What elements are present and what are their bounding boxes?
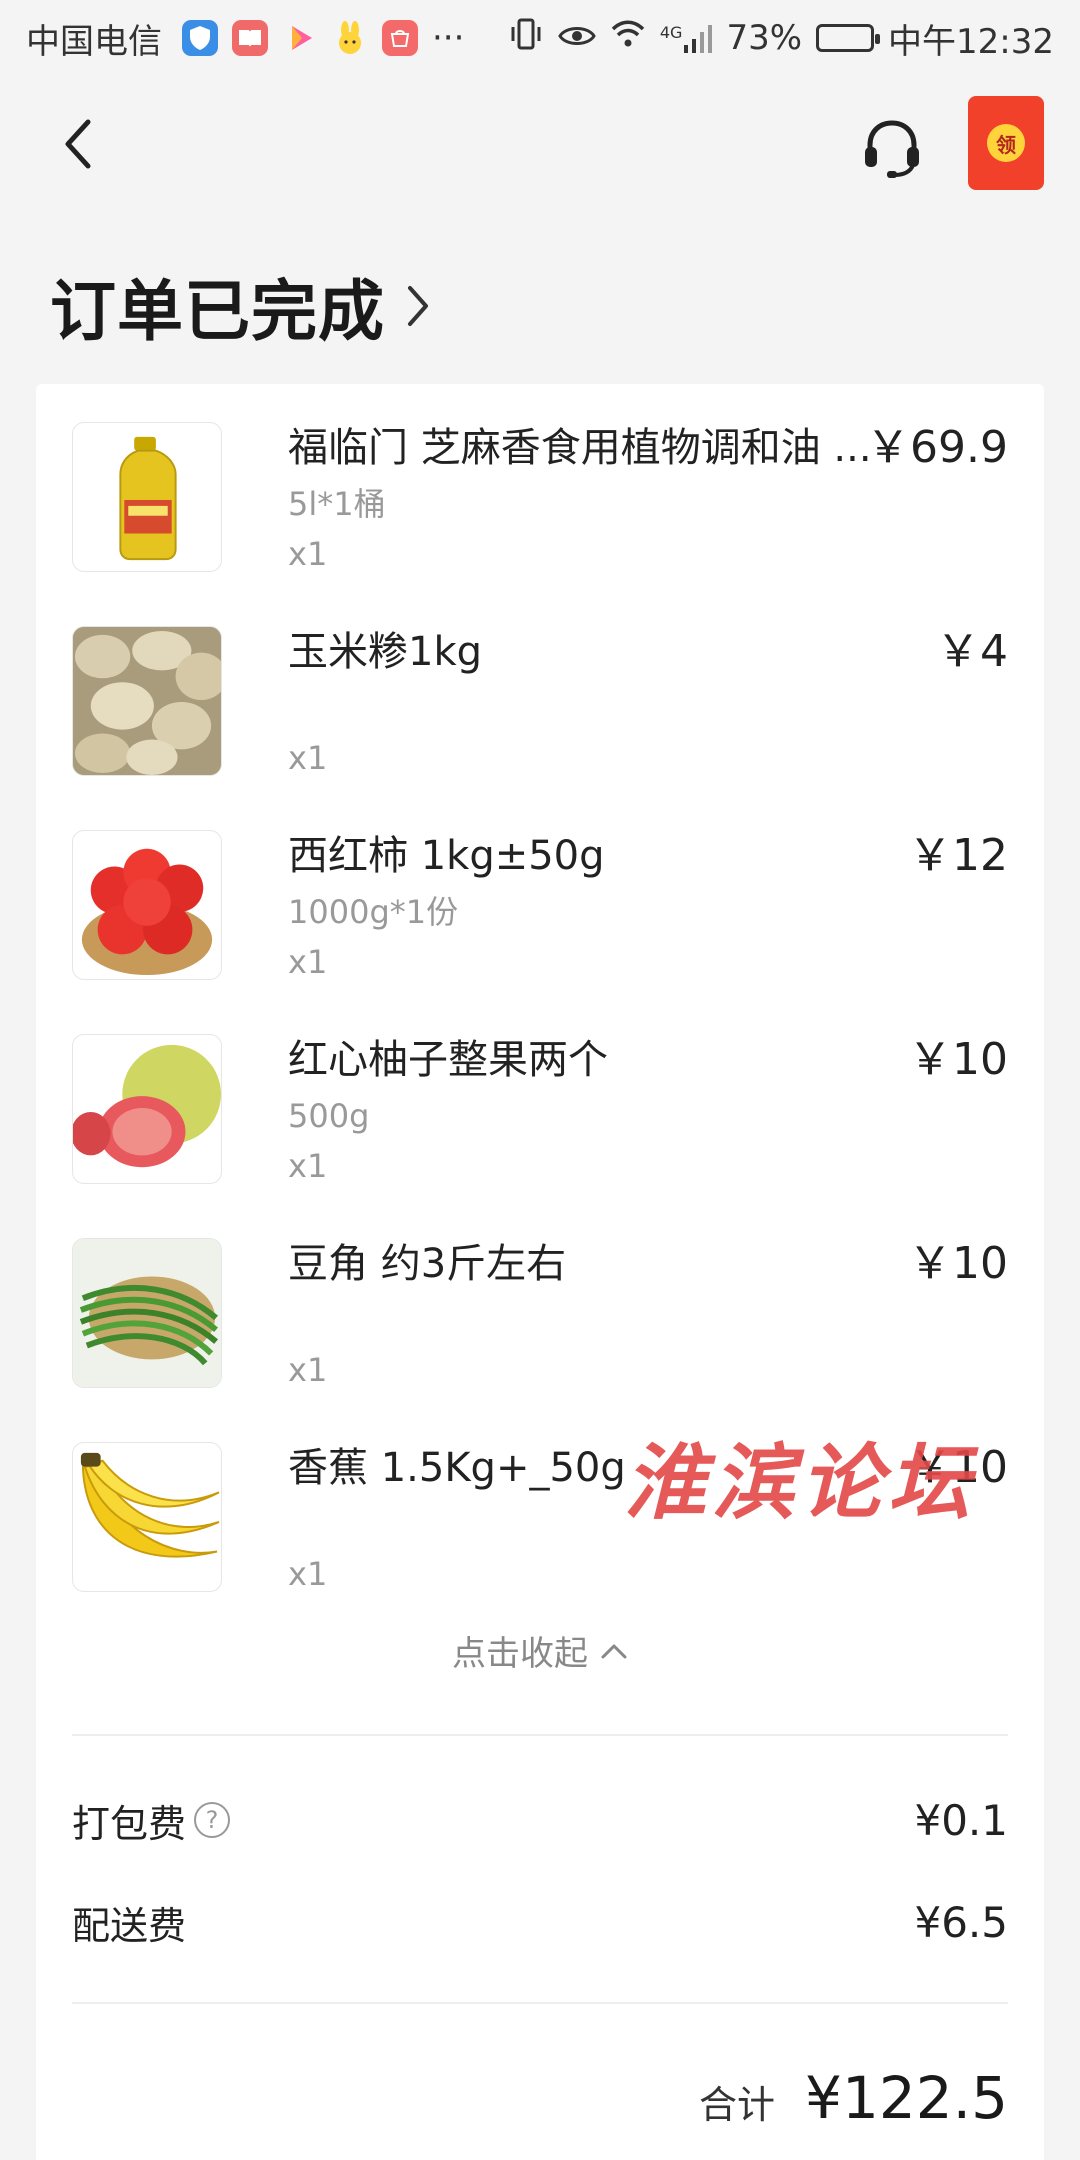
item-quantity: x1 xyxy=(288,1555,328,1593)
vibrate-icon xyxy=(508,17,544,60)
item-name: 香蕉 1.5Kg+_50g xyxy=(288,1445,626,1491)
product-thumbnail-cornmeal xyxy=(72,626,222,776)
network-type-label: 4G xyxy=(659,23,683,42)
item-price: ￥69.9 xyxy=(866,422,1008,473)
product-thumbnail-banana xyxy=(72,1442,222,1592)
total-label: 合计 xyxy=(699,2083,776,2127)
collapse-label: 点击收起 xyxy=(452,1634,588,1674)
help-icon[interactable]: ? xyxy=(194,1802,231,1838)
order-item[interactable]: 福临门 芝麻香食用植物调和油 ... 5l*1桶 x1 ￥69.9 xyxy=(72,422,1008,573)
rabbit-app-icon xyxy=(332,20,368,56)
item-spec: 5l*1桶 xyxy=(288,485,386,523)
item-price: ￥10 xyxy=(908,1034,1008,1085)
item-quantity: x1 xyxy=(288,1351,328,1389)
book-app-icon xyxy=(232,20,268,56)
item-quantity: x1 xyxy=(288,943,328,981)
item-name: 西红柿 1kg±50g xyxy=(288,833,605,879)
product-thumbnail-pomelo xyxy=(72,1034,222,1184)
chevron-up-icon xyxy=(601,1644,627,1658)
order-item[interactable]: 豆角 约3斤左右 x1 ￥10 xyxy=(72,1238,1008,1389)
product-thumbnail-oil xyxy=(72,422,222,572)
battery-percent: 73% xyxy=(726,18,803,58)
status-bar: 中国电信 ··· 4G 73% 中午12:32 xyxy=(0,0,1080,76)
packing-fee-row: 打包费 ? ¥0.1 xyxy=(72,1790,1008,1850)
huawei-store-icon xyxy=(382,20,418,56)
chevron-right-icon xyxy=(408,286,428,326)
item-quantity: x1 xyxy=(288,1147,328,1185)
delivery-fee-value: ¥6.5 xyxy=(914,1897,1008,1947)
notification-icons: ··· xyxy=(182,18,464,58)
order-item[interactable]: 玉米糁1kg x1 ￥4 xyxy=(72,626,1008,777)
more-notifications-icon: ··· xyxy=(432,18,465,58)
clock: 中午12:32 xyxy=(888,21,1054,62)
item-name: 玉米糁1kg xyxy=(288,629,483,675)
order-item[interactable]: 红心柚子整果两个 500g x1 ￥10 xyxy=(72,1034,1008,1185)
red-packet-button[interactable]: 领 xyxy=(968,96,1044,190)
order-item[interactable]: 西红柿 1kg±50g 1000g*1份 x1 ￥12 xyxy=(72,830,1008,981)
divider xyxy=(72,2002,1008,2004)
divider xyxy=(72,1734,1008,1736)
item-quantity: x1 xyxy=(288,739,328,777)
product-thumbnail-tomato xyxy=(72,830,222,980)
item-price: ￥4 xyxy=(936,626,1008,677)
packing-fee-label: 打包费 xyxy=(72,1801,187,1846)
chevron-left-icon xyxy=(65,119,91,169)
page-title: 订单已完成 xyxy=(50,273,385,350)
red-packet-coin: 领 xyxy=(987,124,1025,162)
item-name: 福临门 芝麻香食用植物调和油 ... xyxy=(288,425,872,471)
total-row: 合计 ¥122.5 xyxy=(699,2064,1008,2132)
item-spec: 500g xyxy=(288,1097,370,1135)
back-button[interactable] xyxy=(50,112,106,176)
packing-fee-value: ¥0.1 xyxy=(914,1795,1008,1845)
watermark: 淮滨论坛 xyxy=(624,1435,976,1531)
item-name: 红心柚子整果两个 xyxy=(288,1037,608,1083)
battery-icon xyxy=(816,24,881,52)
delivery-fee-label: 配送费 xyxy=(72,1903,187,1948)
wifi-icon xyxy=(610,18,646,58)
collapse-items-button[interactable]: 点击收起 xyxy=(36,1626,1044,1675)
fee-label: 打包费 ? xyxy=(72,1793,231,1848)
product-thumbnail-beans xyxy=(72,1238,222,1388)
item-name: 豆角 约3斤左右 xyxy=(288,1241,567,1287)
order-card: 福临门 芝麻香食用植物调和油 ... 5l*1桶 x1 ￥69.9 玉米糁1kg… xyxy=(36,384,1044,2160)
customer-service-button[interactable] xyxy=(856,112,928,184)
item-spec: 1000g*1份 xyxy=(288,893,459,931)
eye-icon xyxy=(558,18,596,58)
item-quantity: x1 xyxy=(288,535,328,573)
item-price: ￥10 xyxy=(908,1238,1008,1289)
signal-icon: 4G xyxy=(660,23,713,53)
carrier-label: 中国电信 xyxy=(26,21,162,62)
headset-icon xyxy=(865,120,919,178)
shield-app-icon xyxy=(182,20,218,56)
video-app-icon xyxy=(282,20,318,56)
item-price: ￥12 xyxy=(908,830,1008,881)
status-right: 4G 73% 中午12:32 xyxy=(508,14,1054,63)
delivery-fee-row: 配送费 ¥6.5 xyxy=(72,1892,1008,1952)
order-status-link[interactable]: 订单已完成 xyxy=(50,258,431,354)
total-value: ¥122.5 xyxy=(805,2064,1008,2132)
status-left: 中国电信 ··· xyxy=(26,14,464,63)
